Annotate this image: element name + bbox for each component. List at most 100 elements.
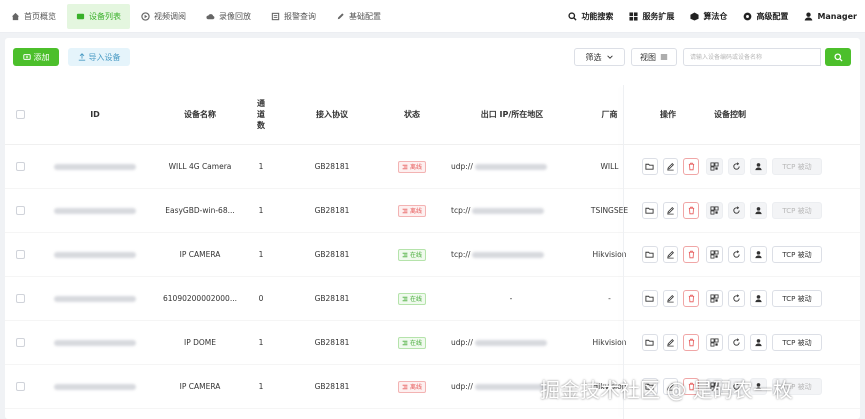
tab-playback[interactable]: 录像回放: [197, 4, 260, 29]
open-folder-button[interactable]: [642, 246, 658, 263]
address-prefix: tcp://: [451, 250, 471, 259]
add-button[interactable]: 添加: [13, 48, 59, 66]
table-row[interactable]: IP CAMERA 1 GB28181 在线 tcp:// Hikvision …: [5, 233, 860, 277]
tcp-mode-button[interactable]: TCP 被动: [772, 290, 822, 307]
table-row[interactable]: IP DOME 1 GB28181 在线 udp:// Hikvision TC…: [5, 321, 860, 365]
status-label: 离线: [409, 164, 422, 171]
user-icon: [755, 295, 762, 303]
refresh-button[interactable]: [728, 290, 745, 307]
row-checkbox[interactable]: [15, 382, 25, 391]
snapshot-button[interactable]: [706, 334, 723, 351]
device-id: [35, 207, 155, 214]
import-devices-button[interactable]: 导入设备: [68, 48, 130, 66]
select-all-checkbox[interactable]: [15, 110, 25, 119]
refresh-button[interactable]: [728, 246, 745, 263]
status-label: 在线: [409, 340, 422, 347]
row-actions: [632, 246, 704, 263]
tcp-mode-button[interactable]: TCP 被动: [772, 246, 822, 263]
tab-home[interactable]: 首页概览: [2, 4, 65, 29]
header-state: 状态: [404, 110, 420, 119]
tab-alarm[interactable]: 报警查询: [262, 4, 325, 29]
edit-button[interactable]: [662, 158, 679, 175]
device-control: TCP 被动: [704, 290, 860, 307]
device-id-redacted: [54, 295, 136, 302]
edit-button[interactable]: [662, 290, 679, 307]
delete-button[interactable]: [683, 202, 700, 219]
vendor: WILL: [600, 162, 619, 171]
grid-icon: [629, 12, 638, 21]
nav-search[interactable]: 功能搜索: [560, 11, 621, 22]
user-bind-button[interactable]: [750, 334, 767, 351]
refresh-button[interactable]: [728, 334, 745, 351]
tab-video[interactable]: 视频调阅: [132, 4, 195, 29]
add-icon: [22, 54, 31, 60]
header-name: 设备名称: [184, 110, 216, 119]
trash-icon: [688, 206, 694, 215]
edit-button[interactable]: [662, 202, 679, 219]
delete-button[interactable]: [683, 158, 700, 175]
snapshot-button[interactable]: [706, 290, 723, 307]
trash-icon: [688, 338, 694, 347]
nav-algorithms[interactable]: 算法仓: [682, 11, 735, 22]
channel-count: 1: [258, 250, 264, 259]
nav-advanced[interactable]: 高级配置: [735, 11, 796, 22]
address-redacted: [474, 339, 547, 346]
tab-playback-label: 录像回放: [219, 11, 251, 21]
tcp-mode-button[interactable]: TCP 被动: [772, 158, 822, 175]
vendor: TSINGSEE: [590, 206, 629, 215]
row-checkbox[interactable]: [15, 162, 25, 171]
snapshot-button[interactable]: [706, 246, 723, 263]
table-row[interactable]: EasyGBD-win-68... 1 GB28181 离线 tcp:// TS…: [5, 189, 860, 233]
delete-button[interactable]: [683, 334, 700, 351]
open-folder-button[interactable]: [642, 158, 658, 175]
trash-icon: [688, 294, 694, 303]
open-folder-button[interactable]: [642, 334, 658, 351]
refresh-icon: [733, 250, 740, 258]
row-checkbox[interactable]: [15, 294, 25, 303]
user-bind-button[interactable]: [750, 246, 767, 263]
table-row[interactable]: 61090200002000... 0 GB28181 在线 - - TCP 被…: [5, 277, 860, 321]
home-icon: [11, 12, 20, 20]
device-id-redacted: [54, 339, 136, 346]
nav-user[interactable]: Manager: [796, 12, 865, 21]
delete-button[interactable]: [683, 290, 700, 307]
view-button[interactable]: 视图: [631, 48, 677, 66]
channel-count: 1: [258, 206, 264, 215]
row-checkbox[interactable]: [15, 250, 25, 259]
address-prefix: udp://: [451, 338, 473, 347]
status-icon: [402, 208, 408, 213]
status-badge: 离线: [397, 160, 426, 173]
user-bind-button[interactable]: [750, 158, 767, 175]
list-icon: [76, 13, 85, 19]
tab-device-list[interactable]: 设备列表: [67, 3, 130, 29]
import-devices-label: 导入设备: [88, 52, 121, 62]
tcp-mode-button[interactable]: TCP 被动: [772, 334, 822, 351]
edit-button[interactable]: [662, 246, 679, 263]
address-redacted: [472, 207, 545, 214]
row-checkbox[interactable]: [15, 206, 25, 215]
edit-button[interactable]: [662, 334, 679, 351]
row-checkbox[interactable]: [15, 338, 25, 347]
device-id: [35, 251, 155, 258]
open-folder-button[interactable]: [642, 290, 658, 307]
filter-button[interactable]: 筛选: [574, 48, 625, 66]
user-bind-button[interactable]: [750, 290, 767, 307]
snapshot-button[interactable]: [706, 202, 723, 219]
snapshot-button[interactable]: [706, 158, 723, 175]
search-button[interactable]: [825, 48, 851, 66]
open-folder-button[interactable]: [642, 202, 658, 219]
table-row[interactable]: WILL 4G Camera 1 GB28181 离线 udp:// WILL …: [5, 145, 860, 189]
device-id: [35, 383, 155, 390]
device-control: TCP 被动: [704, 334, 860, 351]
search-icon: [833, 52, 843, 62]
tcp-mode-button[interactable]: TCP 被动: [772, 202, 822, 219]
refresh-button[interactable]: [728, 202, 745, 219]
search-input[interactable]: [683, 48, 821, 66]
tab-config[interactable]: 基础配置: [327, 4, 390, 29]
delete-button[interactable]: [683, 246, 700, 263]
address: -: [437, 294, 587, 303]
user-bind-button[interactable]: [750, 202, 767, 219]
nav-services[interactable]: 服务扩展: [621, 11, 682, 22]
refresh-button[interactable]: [728, 158, 745, 175]
address: tcp://: [437, 206, 587, 215]
